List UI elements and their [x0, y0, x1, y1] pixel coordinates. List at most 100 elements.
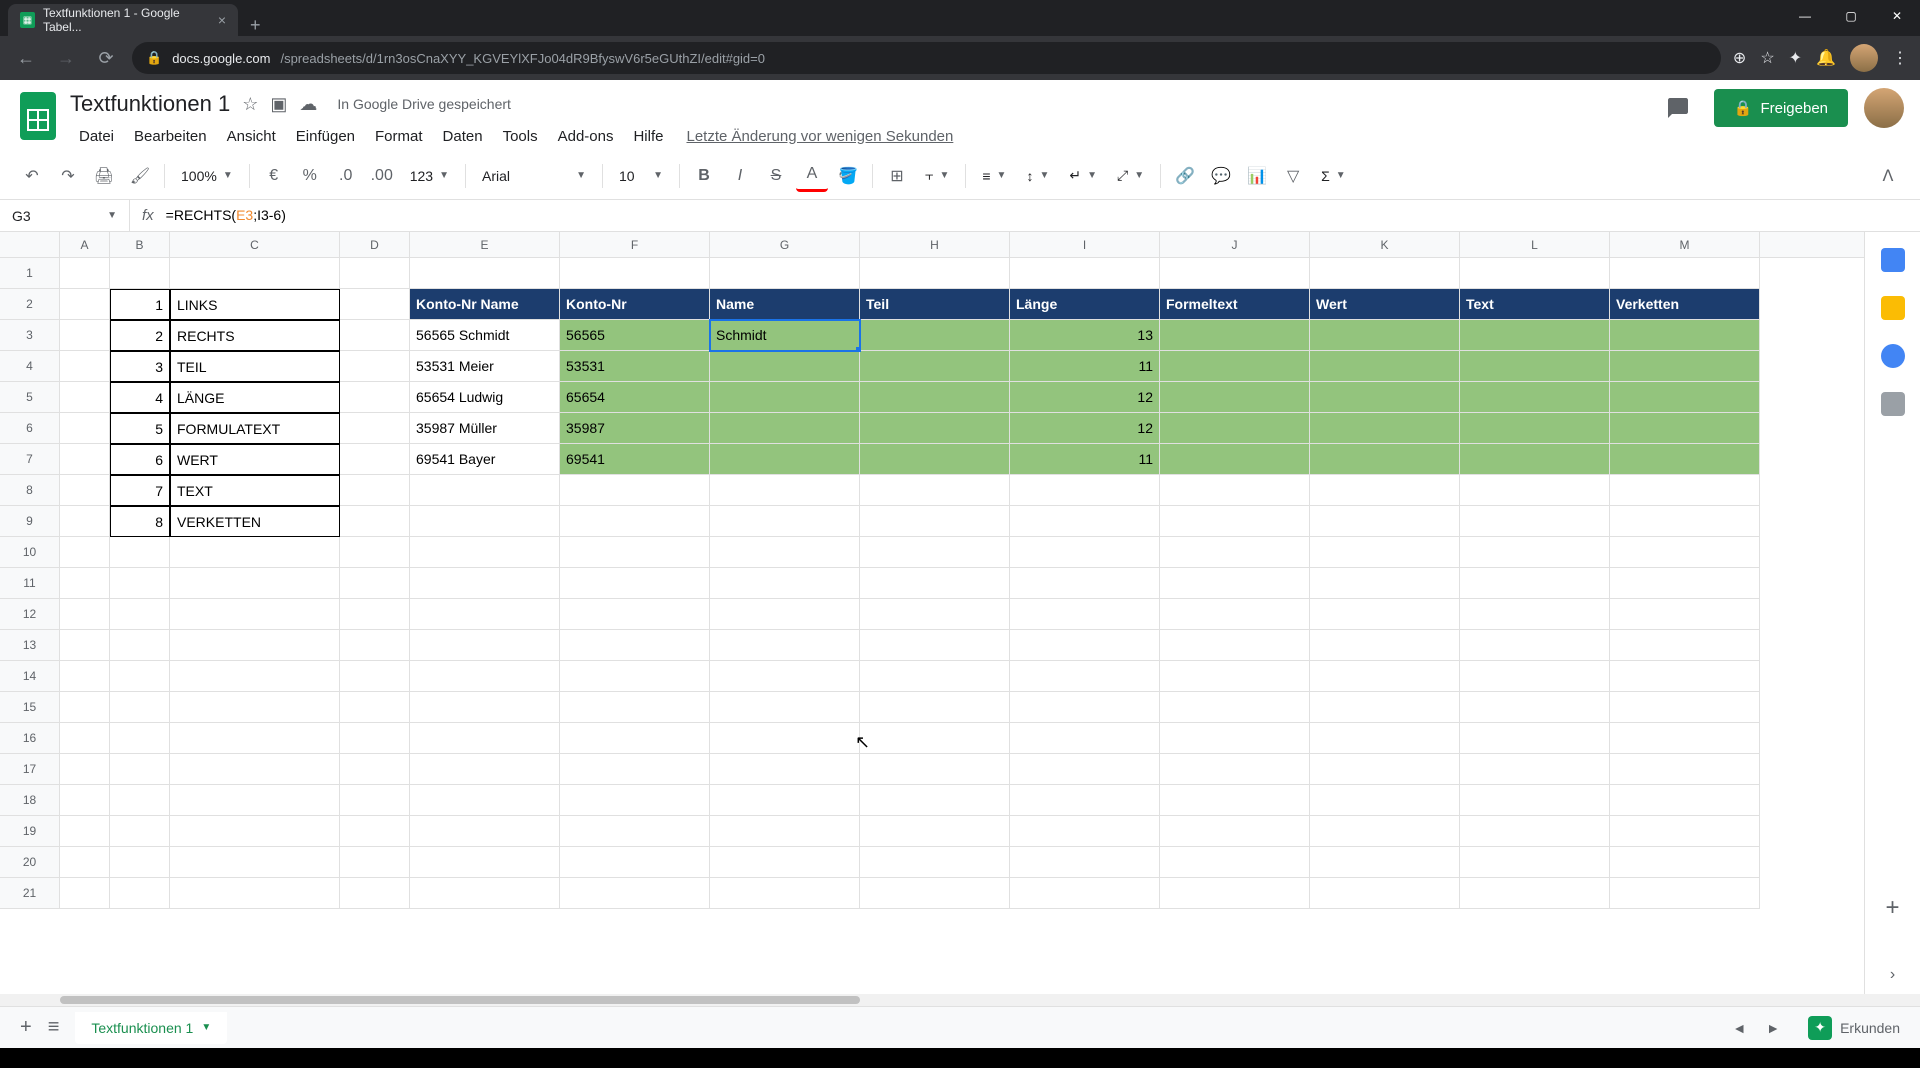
row-header[interactable]: 3 — [0, 320, 60, 351]
cell[interactable] — [340, 816, 410, 847]
cell[interactable] — [1310, 692, 1460, 723]
cell[interactable] — [1460, 506, 1610, 537]
cell[interactable] — [860, 878, 1010, 909]
cell[interactable] — [1010, 475, 1160, 506]
document-title[interactable]: Textfunktionen 1 — [70, 91, 230, 117]
currency-button[interactable]: € — [258, 160, 290, 192]
cell[interactable] — [1610, 878, 1760, 909]
cell[interactable] — [560, 754, 710, 785]
cell[interactable] — [340, 320, 410, 351]
cell[interactable] — [710, 506, 860, 537]
cell[interactable] — [1160, 785, 1310, 816]
cell[interactable] — [1160, 723, 1310, 754]
menu-bearbeiten[interactable]: Bearbeiten — [125, 124, 216, 149]
share-button[interactable]: 🔒 Freigeben — [1714, 89, 1848, 127]
filter-button[interactable]: ▽ — [1277, 160, 1309, 192]
menu-hilfe[interactable]: Hilfe — [624, 124, 672, 149]
cell[interactable]: Formeltext — [1160, 289, 1310, 320]
cell[interactable] — [1460, 847, 1610, 878]
browser-tab[interactable]: ▦ Textfunktionen 1 - Google Tabel... × — [8, 4, 238, 36]
row-header[interactable]: 11 — [0, 568, 60, 599]
cell[interactable] — [60, 320, 110, 351]
cell[interactable] — [860, 568, 1010, 599]
cell[interactable] — [110, 692, 170, 723]
cell[interactable] — [60, 692, 110, 723]
calendar-icon[interactable] — [1881, 248, 1905, 272]
cell[interactable] — [170, 661, 340, 692]
bookmark-icon[interactable]: ☆ — [1760, 48, 1774, 68]
cell[interactable] — [1610, 754, 1760, 785]
cell[interactable]: 6 — [110, 444, 170, 475]
cell[interactable] — [1310, 258, 1460, 289]
cell[interactable] — [1610, 382, 1760, 413]
cell[interactable] — [560, 630, 710, 661]
cell[interactable] — [1160, 258, 1310, 289]
collapse-panel-button[interactable]: › — [1890, 966, 1895, 984]
notifications-icon[interactable]: 🔔 — [1816, 48, 1836, 68]
cell[interactable] — [170, 847, 340, 878]
cell[interactable] — [110, 599, 170, 630]
explore-button[interactable]: ◄ ► ✦ Erkunden — [1732, 1016, 1900, 1040]
cell[interactable] — [710, 816, 860, 847]
cell[interactable] — [560, 506, 710, 537]
cell[interactable] — [340, 692, 410, 723]
cell[interactable] — [710, 847, 860, 878]
cell[interactable]: 13 — [1010, 320, 1160, 351]
cell[interactable] — [860, 506, 1010, 537]
cell[interactable] — [1010, 661, 1160, 692]
cell[interactable] — [710, 568, 860, 599]
col-header-a[interactable]: A — [60, 232, 110, 257]
cell[interactable] — [560, 599, 710, 630]
cell[interactable] — [1310, 661, 1460, 692]
cell[interactable] — [1310, 351, 1460, 382]
cell[interactable]: TEXT — [170, 475, 340, 506]
cell[interactable] — [340, 723, 410, 754]
col-header-j[interactable]: J — [1160, 232, 1310, 257]
cell[interactable] — [60, 816, 110, 847]
cell[interactable] — [1010, 537, 1160, 568]
cell[interactable] — [60, 351, 110, 382]
close-tab-icon[interactable]: × — [218, 12, 226, 28]
cell[interactable] — [1460, 816, 1610, 847]
cell[interactable] — [860, 847, 1010, 878]
cell[interactable] — [410, 506, 560, 537]
cell[interactable] — [1010, 599, 1160, 630]
cell[interactable] — [340, 382, 410, 413]
cell[interactable] — [410, 661, 560, 692]
cell[interactable]: 8 — [110, 506, 170, 537]
row-header[interactable]: 13 — [0, 630, 60, 661]
cell[interactable] — [1310, 413, 1460, 444]
functions-button[interactable]: Σ▼ — [1313, 168, 1354, 184]
cell[interactable] — [110, 537, 170, 568]
cell[interactable]: 3 — [110, 351, 170, 382]
merge-button[interactable]: ⫟▼ — [917, 167, 957, 184]
cell[interactable] — [60, 258, 110, 289]
cell[interactable] — [860, 661, 1010, 692]
cell[interactable] — [410, 258, 560, 289]
row-header[interactable]: 5 — [0, 382, 60, 413]
cell[interactable] — [560, 692, 710, 723]
cell[interactable] — [1610, 475, 1760, 506]
cell[interactable] — [1460, 568, 1610, 599]
profile-avatar[interactable] — [1850, 44, 1878, 72]
cell[interactable] — [1010, 723, 1160, 754]
cell[interactable] — [410, 754, 560, 785]
cell[interactable] — [1160, 506, 1310, 537]
cell[interactable] — [1310, 506, 1460, 537]
cell[interactable] — [860, 537, 1010, 568]
halign-button[interactable]: ≡▼ — [974, 168, 1014, 184]
bold-button[interactable]: B — [688, 160, 720, 192]
cell[interactable] — [710, 382, 860, 413]
formula-input[interactable]: =RECHTS(E3;I3-6) — [166, 207, 1920, 225]
cell[interactable] — [1610, 444, 1760, 475]
menu-daten[interactable]: Daten — [434, 124, 492, 149]
cell[interactable] — [60, 568, 110, 599]
cell[interactable] — [560, 661, 710, 692]
cell[interactable] — [560, 537, 710, 568]
cell[interactable] — [170, 723, 340, 754]
cell[interactable] — [710, 692, 860, 723]
cell[interactable] — [1160, 816, 1310, 847]
col-header-d[interactable]: D — [340, 232, 410, 257]
decrease-decimal-button[interactable]: .0 — [330, 160, 362, 192]
cell[interactable] — [1610, 568, 1760, 599]
